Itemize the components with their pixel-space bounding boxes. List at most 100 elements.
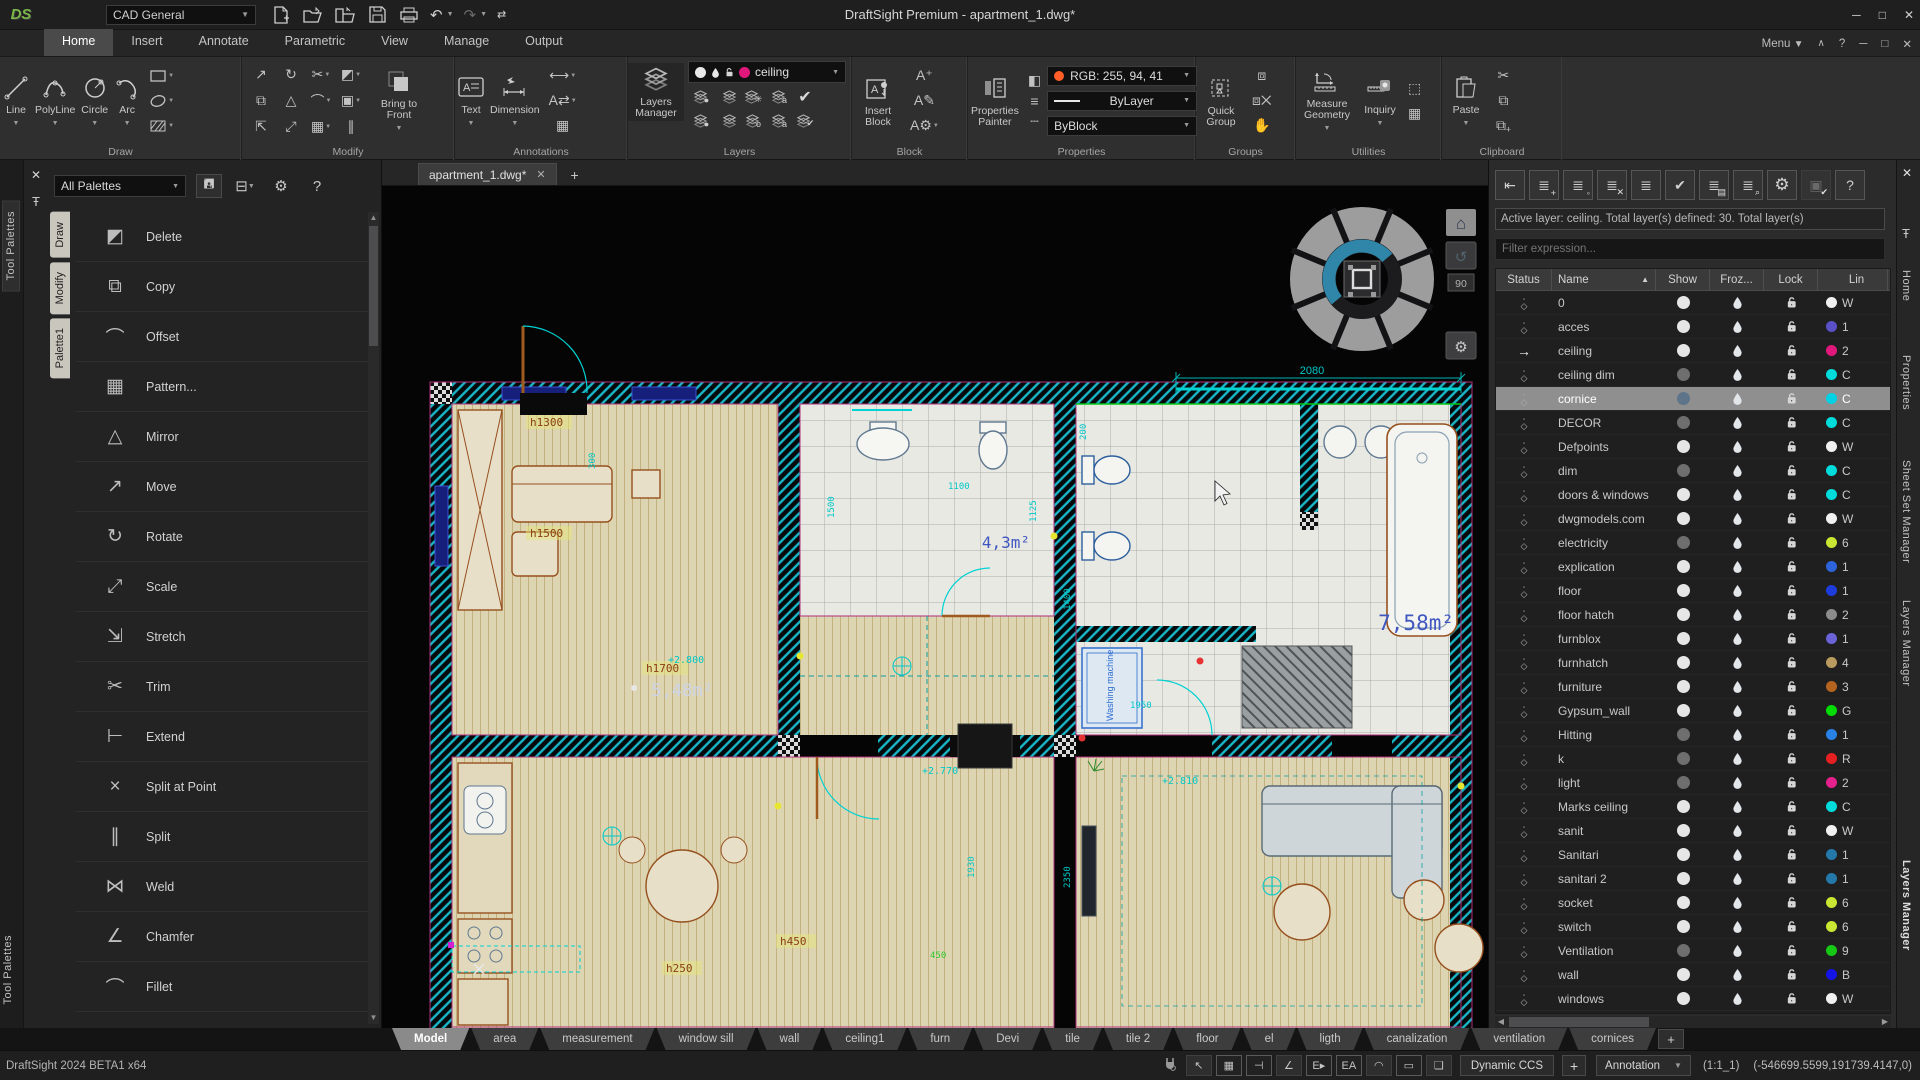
- etrack-icon[interactable]: EA: [1336, 1055, 1362, 1076]
- save-button[interactable]: [366, 4, 388, 26]
- palette-item-pattern-[interactable]: ▦ Pattern...: [76, 362, 368, 412]
- column-frozen[interactable]: Froz...: [1710, 269, 1764, 290]
- layer-status-icon[interactable]: ▫◇→: [1496, 441, 1552, 453]
- layer-show-toggle[interactable]: [1656, 848, 1710, 861]
- restore-view-button[interactable]: ↺: [1446, 242, 1476, 269]
- menu-tab-insert[interactable]: Insert: [113, 29, 180, 56]
- palette-item-scale[interactable]: ⤢ Scale: [76, 562, 368, 612]
- layer-tool-6[interactable]: ●: [693, 114, 709, 129]
- edit-group-icon[interactable]: ✋: [1252, 115, 1272, 137]
- new-document-tab-button[interactable]: +: [565, 165, 585, 185]
- arc-button[interactable]: Arc▼: [111, 71, 143, 131]
- ungroup-icon[interactable]: ⧈✕: [1252, 90, 1272, 112]
- pattern-icon[interactable]: ▦▼: [306, 114, 336, 140]
- layer-freeze-toggle[interactable]: [1710, 344, 1764, 357]
- layer-show-toggle[interactable]: [1656, 296, 1710, 309]
- layer-lock-toggle[interactable]: [1764, 728, 1818, 741]
- dimension-button[interactable]: Dimension▼: [487, 71, 543, 131]
- layer-freeze-toggle[interactable]: [1710, 800, 1764, 813]
- scroll-up-icon[interactable]: ▲: [368, 212, 379, 224]
- layer-row-doors-windows[interactable]: ▫◇→ doors & windows C: [1496, 483, 1890, 507]
- layer-freeze-toggle[interactable]: [1710, 704, 1764, 717]
- document-tab[interactable]: apartment_1.dwg* ✕: [418, 163, 557, 185]
- layer-status-icon[interactable]: ▫◇→: [1496, 585, 1552, 597]
- open-file-button[interactable]: [302, 4, 324, 26]
- layer-lock-toggle[interactable]: [1764, 368, 1818, 381]
- layer-status-icon[interactable]: ▫◇→: [1496, 609, 1552, 621]
- bring-to-front-button[interactable]: Bring to Front▼: [370, 65, 428, 136]
- layer-freeze-toggle[interactable]: [1710, 944, 1764, 957]
- layer-freeze-toggle[interactable]: [1710, 488, 1764, 501]
- new-layer-button[interactable]: ≣+: [1529, 170, 1559, 200]
- layer-color-cell[interactable]: W: [1818, 296, 1888, 310]
- grid-icon[interactable]: ▦: [1216, 1055, 1242, 1076]
- layer-row-electricity[interactable]: ▫◇→ electricity 6: [1496, 531, 1890, 555]
- split-icon[interactable]: ∥: [336, 114, 366, 140]
- layer-color-cell[interactable]: C: [1818, 416, 1888, 430]
- layer-lock-toggle[interactable]: [1764, 632, 1818, 645]
- trim-icon[interactable]: ✂▼: [306, 62, 336, 88]
- gear-icon[interactable]: ⚙: [268, 174, 294, 198]
- layer-tool-3[interactable]: ✳: [744, 90, 763, 105]
- palette-view-button[interactable]: ⊟▼: [232, 174, 258, 198]
- erase-icon[interactable]: ◩▼: [336, 62, 366, 88]
- palette-item-rotate[interactable]: ↻ Rotate: [76, 512, 368, 562]
- layer-show-toggle[interactable]: [1656, 872, 1710, 885]
- explode-icon[interactable]: ▣▼: [336, 88, 366, 114]
- layer-tool-5[interactable]: ✔: [798, 87, 811, 107]
- side-tab-layers-manager[interactable]: Layers Manager: [1900, 600, 1912, 687]
- save-palette-button[interactable]: 🖪: [196, 174, 222, 198]
- palette-item-extend[interactable]: ⊢ Extend: [76, 712, 368, 762]
- layer-freeze-toggle[interactable]: [1710, 392, 1764, 405]
- layer-freeze-toggle[interactable]: [1710, 824, 1764, 837]
- layer-color-cell[interactable]: G: [1818, 704, 1888, 718]
- close-icon[interactable]: ✕: [28, 168, 44, 184]
- polar-track-icon[interactable]: ∠: [1276, 1055, 1302, 1076]
- layer-status-icon[interactable]: ▫◇→: [1496, 873, 1552, 885]
- layer-tool-1[interactable]: ●: [693, 90, 709, 105]
- layer-freeze-toggle[interactable]: [1710, 752, 1764, 765]
- layer-show-toggle[interactable]: [1656, 584, 1710, 597]
- ellipse-icon[interactable]: ▼: [149, 90, 174, 112]
- layer-color-cell[interactable]: 6: [1818, 920, 1888, 934]
- doc-restore-icon[interactable]: □: [1881, 38, 1888, 50]
- layer-row-gypsum-wall[interactable]: ▫◇→ Gypsum_wall G: [1496, 699, 1890, 723]
- layer-row-dwgmodels-com[interactable]: ▫◇→ dwgmodels.com W: [1496, 507, 1890, 531]
- layer-status-icon[interactable]: ▫◇→: [1496, 417, 1552, 429]
- layer-show-toggle[interactable]: [1656, 992, 1710, 1005]
- layer-show-toggle[interactable]: [1656, 320, 1710, 333]
- layer-lock-toggle[interactable]: [1764, 560, 1818, 573]
- layer-color-cell[interactable]: W: [1818, 992, 1888, 1006]
- doc-close-icon[interactable]: ✕: [1902, 37, 1912, 51]
- delete-layer-button[interactable]: ≣✕: [1597, 170, 1627, 200]
- layer-show-toggle[interactable]: [1656, 440, 1710, 453]
- menu-tab-view[interactable]: View: [363, 29, 426, 56]
- layer-lock-toggle[interactable]: [1764, 920, 1818, 933]
- palette-item-chamfer[interactable]: ∠ Chamfer: [76, 912, 368, 962]
- layer-show-toggle[interactable]: [1656, 944, 1710, 957]
- layer-freeze-toggle[interactable]: [1710, 968, 1764, 981]
- layer-status-icon[interactable]: ▫◇→: [1496, 969, 1552, 981]
- layer-status-icon[interactable]: ▫◇→: [1496, 729, 1552, 741]
- measure-geometry-button[interactable]: Measure Geometry▼: [1296, 65, 1358, 136]
- layer-color-cell[interactable]: 1: [1818, 728, 1888, 742]
- layer-status-icon[interactable]: ▫◇→: [1496, 465, 1552, 477]
- layer-show-toggle[interactable]: [1656, 392, 1710, 405]
- layer-lock-toggle[interactable]: [1764, 800, 1818, 813]
- column-lock[interactable]: Lock: [1764, 269, 1818, 290]
- pin-icon[interactable]: Ŧ: [1902, 226, 1910, 241]
- layer-freeze-toggle[interactable]: [1710, 992, 1764, 1005]
- layer-status-icon[interactable]: ▫◇→: [1496, 801, 1552, 813]
- layer-color-cell[interactable]: 4: [1818, 656, 1888, 670]
- layer-color-cell[interactable]: 1: [1818, 584, 1888, 598]
- layer-freeze-toggle[interactable]: [1710, 584, 1764, 597]
- collapse-ribbon-icon[interactable]: ∧: [1818, 38, 1825, 49]
- layer-show-toggle[interactable]: [1656, 968, 1710, 981]
- layer-lock-toggle[interactable]: [1764, 848, 1818, 861]
- layer-status-icon[interactable]: ▫◇→: [1496, 849, 1552, 861]
- layer-status-icon[interactable]: ▫◇→: [1496, 921, 1552, 933]
- layer-show-toggle[interactable]: [1656, 536, 1710, 549]
- calculator-icon[interactable]: ▦: [1408, 102, 1421, 124]
- layer-lock-toggle[interactable]: [1764, 704, 1818, 717]
- edit-component-icon[interactable]: A✎: [910, 90, 939, 112]
